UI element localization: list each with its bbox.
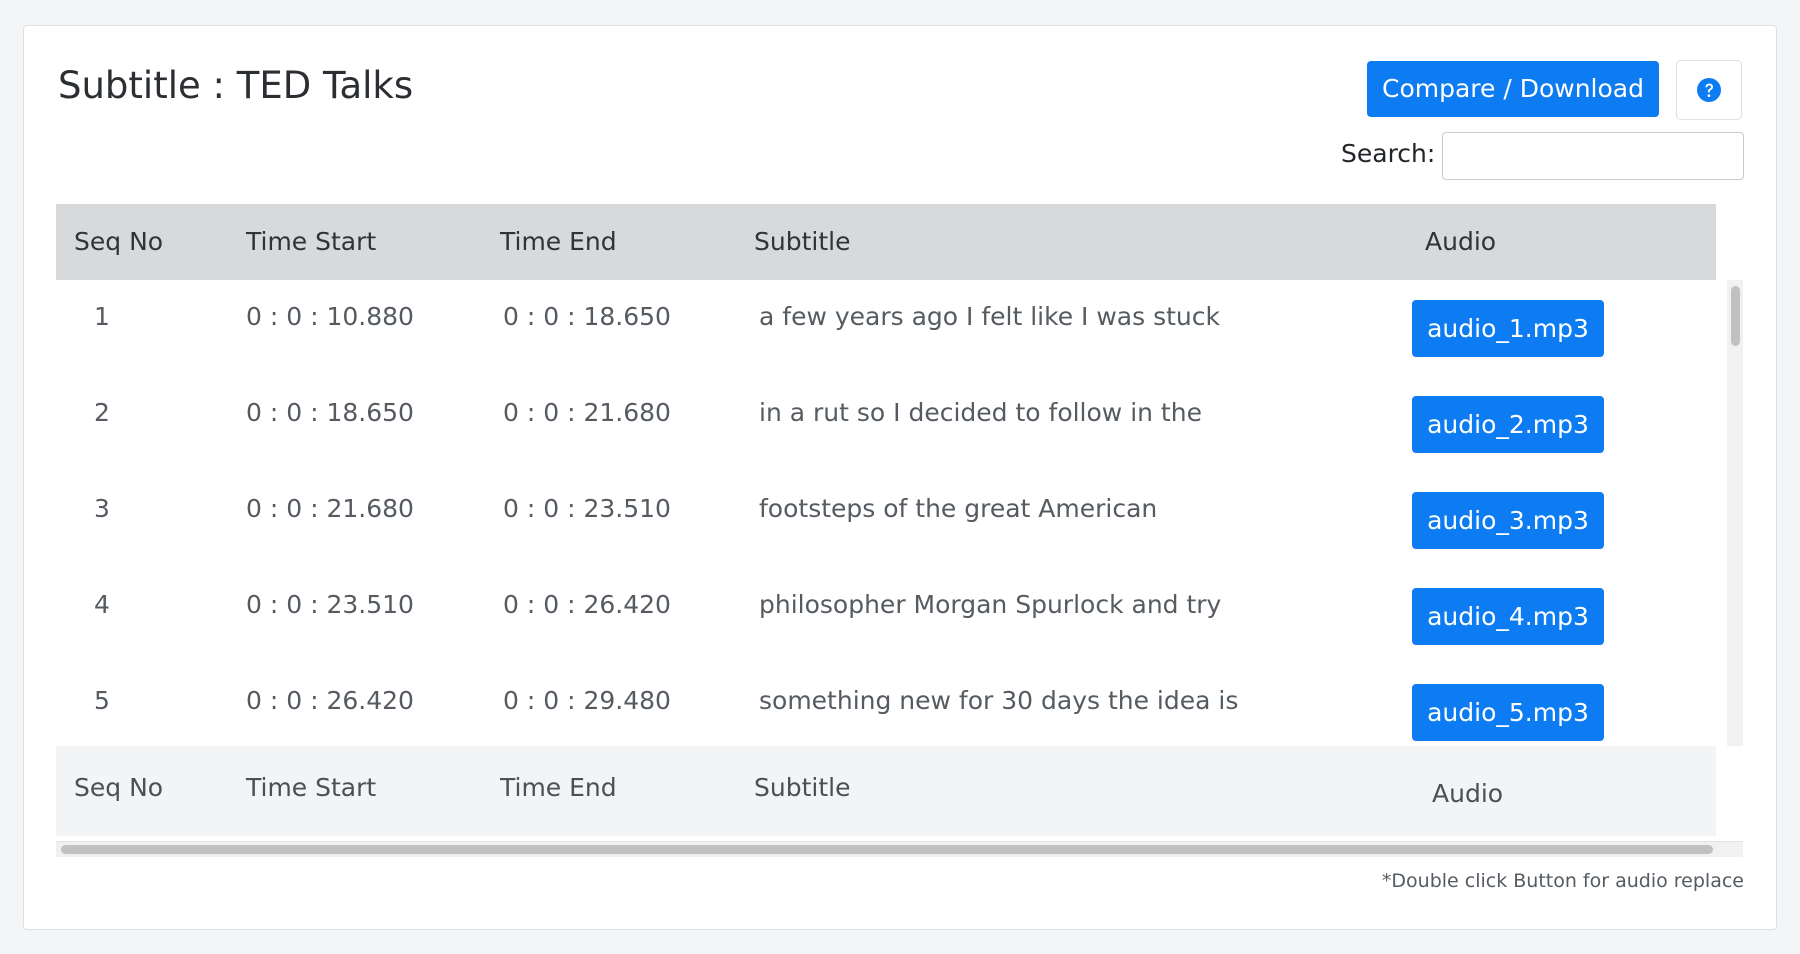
time-start-cell: 0 : 0 : 18.650 [246, 398, 414, 427]
subtitle-cell: philosopher Morgan Spurlock and try [759, 590, 1222, 619]
time-end-cell: 0 : 0 : 21.680 [503, 398, 671, 427]
column-header-time-end[interactable]: Time End [500, 227, 617, 256]
search-input[interactable] [1442, 132, 1744, 180]
page: Subtitle : TED Talks Compare / Download … [0, 0, 1800, 954]
audio-replace-note: *Double click Button for audio replace [1381, 870, 1744, 892]
subtitle-cell: footsteps of the great American [759, 494, 1158, 523]
subtitle-cell: something new for 30 days the idea is [759, 686, 1239, 715]
column-header-seq-no[interactable]: Seq No [74, 227, 163, 256]
audio-button[interactable]: audio_1.mp3 [1412, 300, 1604, 357]
time-start-cell: 0 : 0 : 26.420 [246, 686, 414, 715]
audio-button[interactable]: audio_4.mp3 [1412, 588, 1604, 645]
table-body: 1 0 : 0 : 10.880 0 : 0 : 18.650 a few ye… [56, 280, 1716, 746]
time-start-cell: 0 : 0 : 10.880 [246, 302, 414, 331]
vertical-scrollbar-thumb[interactable] [1731, 286, 1740, 346]
seq-no-cell: 3 [94, 494, 110, 523]
footer-time-start: Time Start [246, 773, 377, 802]
table-row: 2 0 : 0 : 18.650 0 : 0 : 21.680 in a rut… [56, 376, 1716, 472]
time-start-cell: 0 : 0 : 21.680 [246, 494, 414, 523]
time-start-cell: 0 : 0 : 23.510 [246, 590, 414, 619]
search-label: Search: [1341, 139, 1436, 168]
table-row: 4 0 : 0 : 23.510 0 : 0 : 26.420 philosop… [56, 568, 1716, 664]
horizontal-scrollbar-thumb[interactable] [61, 845, 1713, 854]
seq-no-cell: 5 [94, 686, 110, 715]
page-title: Subtitle : TED Talks [58, 64, 414, 107]
table-row: 1 0 : 0 : 10.880 0 : 0 : 18.650 a few ye… [56, 280, 1716, 376]
audio-button[interactable]: audio_3.mp3 [1412, 492, 1604, 549]
subtitle-card: Subtitle : TED Talks Compare / Download … [23, 25, 1777, 930]
table-row: 5 0 : 0 : 26.420 0 : 0 : 29.480 somethin… [56, 664, 1716, 746]
table-header: Seq No Time Start Time End Subtitle Audi… [56, 204, 1716, 280]
subtitle-cell: in a rut so I decided to follow in the [759, 398, 1202, 427]
audio-button[interactable]: audio_5.mp3 [1412, 684, 1604, 741]
table-footer: Seq No Time Start Time End Subtitle Audi… [56, 746, 1716, 836]
column-header-audio[interactable]: Audio [1425, 227, 1496, 256]
footer-audio: Audio [1432, 779, 1504, 808]
audio-button[interactable]: audio_2.mp3 [1412, 396, 1604, 453]
table-row: 3 0 : 0 : 21.680 0 : 0 : 23.510 footstep… [56, 472, 1716, 568]
column-header-subtitle[interactable]: Subtitle [754, 227, 850, 256]
footer-seq-no: Seq No [74, 773, 164, 802]
compare-download-button[interactable]: Compare / Download [1367, 61, 1659, 117]
column-header-time-start[interactable]: Time Start [246, 227, 376, 256]
footer-subtitle: Subtitle [754, 773, 851, 802]
footer-time-end: Time End [500, 773, 617, 802]
time-end-cell: 0 : 0 : 26.420 [503, 590, 671, 619]
question-circle-icon [1697, 78, 1721, 102]
seq-no-cell: 2 [94, 398, 110, 427]
seq-no-cell: 4 [94, 590, 110, 619]
vertical-scrollbar[interactable] [1727, 280, 1743, 746]
seq-no-cell: 1 [94, 302, 110, 331]
help-button[interactable] [1676, 60, 1742, 120]
time-end-cell: 0 : 0 : 18.650 [503, 302, 671, 331]
time-end-cell: 0 : 0 : 23.510 [503, 494, 671, 523]
subtitle-cell: a few years ago I felt like I was stuck [759, 302, 1220, 331]
time-end-cell: 0 : 0 : 29.480 [503, 686, 671, 715]
horizontal-scrollbar[interactable] [56, 841, 1743, 857]
